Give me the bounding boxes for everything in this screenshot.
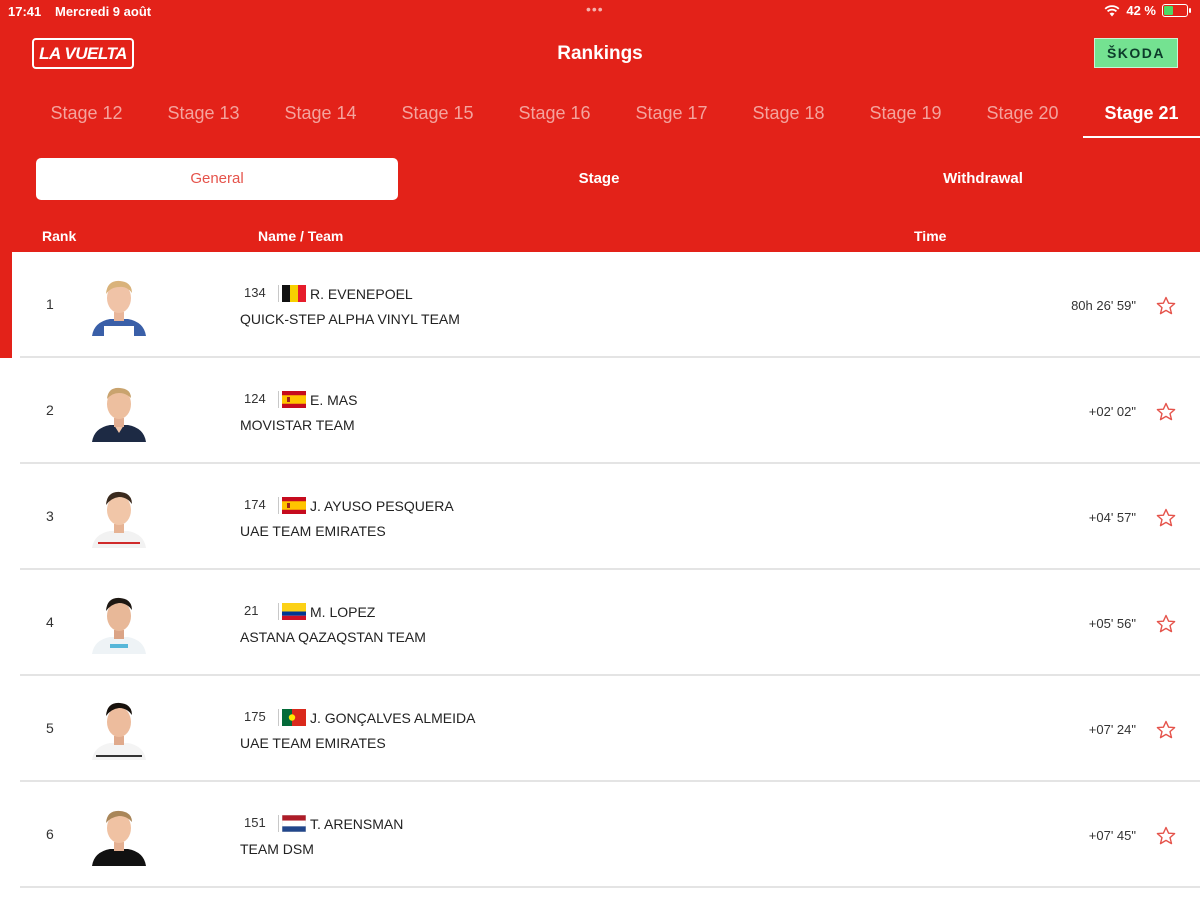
team-name: ASTANA QAZAQSTAN TEAM	[240, 629, 426, 645]
battery-icon	[1162, 4, 1191, 17]
favorite-star-icon[interactable]	[1156, 402, 1176, 422]
favorite-star-icon[interactable]	[1156, 296, 1176, 316]
rider-avatar	[92, 702, 146, 760]
bib-number: 175	[244, 709, 266, 724]
ranking-row[interactable]: 3 174 J. AYUSO PESQUERA UAE TEAM EMIRATE…	[20, 464, 1200, 570]
battery-level	[1164, 6, 1173, 15]
bib-number: 124	[244, 391, 266, 406]
spain-flag	[282, 391, 306, 408]
status-time: 17:41	[8, 4, 42, 19]
battery-percent: 42 %	[1126, 3, 1156, 18]
tab-stage-20[interactable]: Stage 20	[964, 92, 1081, 138]
ranking-row[interactable]: 2 124 E. MAS MOVISTAR TEAM +02' 02"	[20, 358, 1200, 464]
status-date: Mercredi 9 août	[55, 4, 152, 19]
belgium-flag	[282, 285, 306, 302]
favorite-star-icon[interactable]	[1156, 508, 1176, 528]
segment-stage[interactable]: Stage	[418, 158, 780, 200]
rank-number: 4	[46, 614, 54, 630]
ranking-row[interactable]: 4 21 M. LOPEZ ASTANA QAZAQSTAN TEAM +05'…	[20, 570, 1200, 676]
column-header-time: Time	[914, 228, 947, 244]
bib-number: 134	[244, 285, 266, 300]
tab-stage-18[interactable]: Stage 18	[730, 92, 847, 138]
column-headers: Rank Name / Team Time	[0, 222, 1200, 252]
column-header-name-team: Name / Team	[258, 228, 344, 244]
segment-withdrawal[interactable]: Withdrawal	[802, 158, 1164, 200]
bib-number: 21	[244, 603, 259, 618]
bib-divider	[278, 497, 279, 514]
portugal-flag	[282, 709, 306, 726]
tab-stage-17[interactable]: Stage 17	[613, 92, 730, 138]
rider-name: E. MAS	[310, 392, 358, 408]
tab-stage-13[interactable]: Stage 13	[145, 92, 262, 138]
skoda-sponsor-logo[interactable]: ŠKODA	[1094, 38, 1178, 68]
netherlands-flag	[282, 815, 306, 832]
bib-divider	[278, 815, 279, 832]
rider-name: R. EVENEPOEL	[310, 286, 413, 302]
ranking-type-selector: General Stage Withdrawal	[36, 158, 1200, 200]
bib-divider	[278, 285, 279, 302]
rider-name: J. GONÇALVES ALMEIDA	[310, 710, 476, 726]
rank-number: 5	[46, 720, 54, 736]
team-name: TEAM DSM	[240, 841, 314, 857]
tab-stage-21[interactable]: Stage 21	[1083, 92, 1200, 138]
rank-number: 2	[46, 402, 54, 418]
rider-avatar	[92, 810, 146, 866]
bib-number: 151	[244, 815, 266, 830]
app-header: 17:41 Mercredi 9 août ••• 42 % LA VUELTA…	[0, 0, 1200, 252]
tab-stage-12[interactable]: Stage 12	[28, 92, 145, 138]
status-bar: 17:41 Mercredi 9 août ••• 42 %	[0, 0, 1200, 24]
bib-divider	[278, 391, 279, 408]
bib-divider	[278, 603, 279, 620]
status-indicators: 42 %	[1104, 3, 1191, 18]
selected-row-marker	[0, 252, 12, 358]
rider-avatar	[92, 280, 146, 336]
ranking-row[interactable]: 1 134 R. EVENEPOEL QUICK-STEP ALPHA VINY…	[20, 252, 1200, 358]
bib-divider	[278, 709, 279, 726]
team-name: QUICK-STEP ALPHA VINYL TEAM	[240, 311, 460, 327]
tab-stage-14[interactable]: Stage 14	[262, 92, 379, 138]
rider-time: +07' 24"	[1088, 722, 1136, 737]
tab-stage-15[interactable]: Stage 15	[379, 92, 496, 138]
bib-number: 174	[244, 497, 266, 512]
rider-avatar	[92, 597, 146, 654]
favorite-star-icon[interactable]	[1156, 826, 1176, 846]
spain-flag	[282, 497, 306, 514]
multitasking-dots[interactable]: •••	[586, 1, 604, 17]
rider-name: T. ARENSMAN	[310, 816, 404, 832]
rider-name: J. AYUSO PESQUERA	[310, 498, 454, 514]
favorite-star-icon[interactable]	[1156, 614, 1176, 634]
team-name: UAE TEAM EMIRATES	[240, 523, 386, 539]
rider-name: M. LOPEZ	[310, 604, 376, 620]
wifi-icon	[1104, 5, 1120, 17]
rider-time: +04' 57"	[1088, 510, 1136, 525]
rank-number: 1	[46, 296, 54, 312]
rider-time: +02' 02"	[1088, 404, 1136, 419]
ranking-row[interactable]: 5 175 J. GONÇALVES ALMEIDA UAE TEAM EMIR…	[20, 676, 1200, 782]
rider-time: +07' 45"	[1088, 828, 1136, 843]
favorite-star-icon[interactable]	[1156, 720, 1176, 740]
rider-avatar	[92, 491, 146, 548]
ranking-row[interactable]: 6 151 T. ARENSMAN TEAM DSM +07' 45"	[20, 782, 1200, 888]
tab-stage-16[interactable]: Stage 16	[496, 92, 613, 138]
segment-general[interactable]: General	[36, 158, 398, 200]
rankings-list: 1 134 R. EVENEPOEL QUICK-STEP ALPHA VINY…	[20, 252, 1200, 888]
rider-time: 80h 26' 59"	[1071, 298, 1136, 313]
stage-tabs: Stage 12 Stage 13 Stage 14 Stage 15 Stag…	[28, 92, 1200, 142]
team-name: MOVISTAR TEAM	[240, 417, 355, 433]
rank-number: 3	[46, 508, 54, 524]
column-header-rank: Rank	[42, 228, 77, 244]
rider-avatar	[92, 387, 146, 442]
page-title: Rankings	[557, 43, 643, 64]
colombia-flag	[282, 603, 306, 620]
team-name: UAE TEAM EMIRATES	[240, 735, 386, 751]
tab-stage-19[interactable]: Stage 19	[847, 92, 964, 138]
rank-number: 6	[46, 826, 54, 842]
rider-time: +05' 56"	[1088, 616, 1136, 631]
